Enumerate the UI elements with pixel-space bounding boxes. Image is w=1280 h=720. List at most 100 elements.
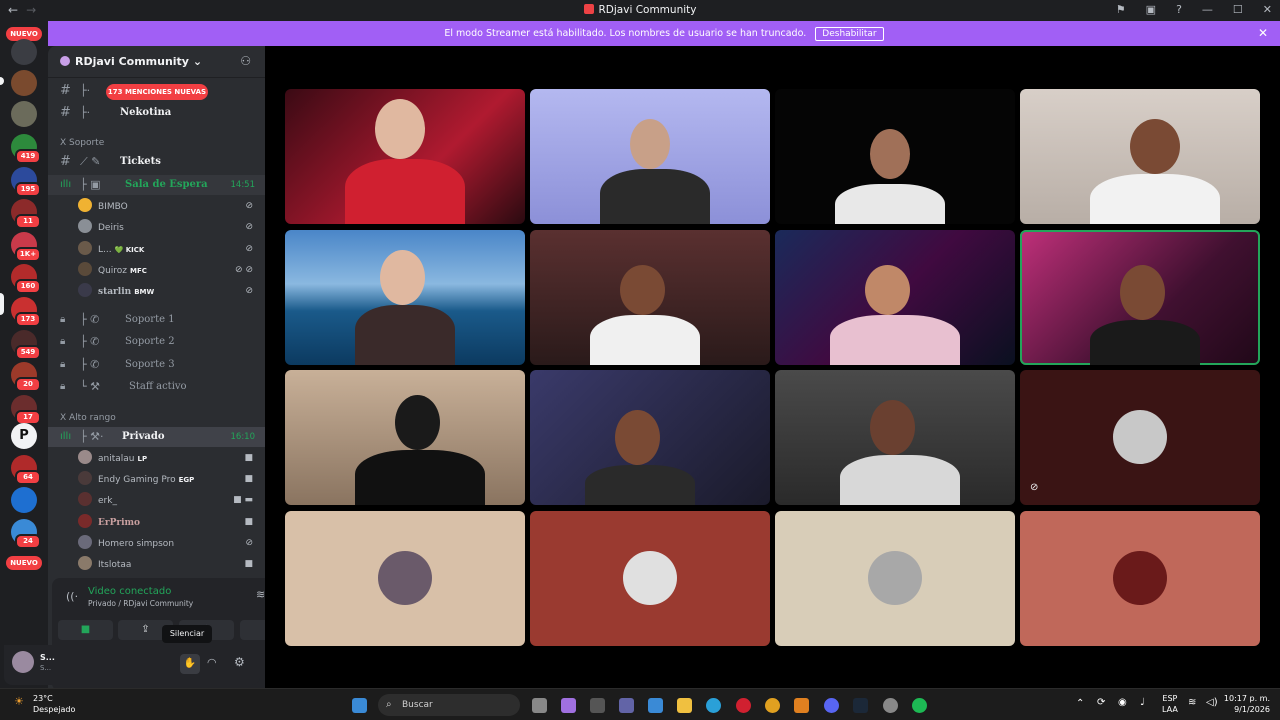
weather-widget[interactable]: 23°C Despejado [33, 693, 75, 715]
voice-member[interactable]: erk_ [78, 491, 117, 511]
server-icon[interactable]: 1K+ [11, 232, 41, 262]
opera-icon[interactable] [736, 698, 751, 713]
microphone-icon[interactable]: ♩ [1140, 697, 1145, 708]
video-tile-no-camera[interactable]: ⊘ [1020, 370, 1260, 505]
avatar[interactable] [12, 651, 34, 673]
voice-member[interactable]: anitalau LP [78, 449, 147, 469]
video-tile[interactable] [775, 230, 1015, 365]
copilot-icon[interactable] [561, 698, 576, 713]
server-icon[interactable]: 64 [11, 455, 41, 485]
category-alto-rango[interactable]: X Alto rango [48, 408, 265, 428]
noise-suppression-icon[interactable]: ≋ [256, 588, 265, 601]
taskbar-search[interactable]: ⌕ Buscar [378, 694, 520, 716]
server-icon[interactable] [11, 39, 37, 65]
new-mentions-badge[interactable]: 173 MENCIONES NUEVAS [106, 84, 208, 100]
tray-icon[interactable]: ◉ [1118, 697, 1127, 708]
voice-member[interactable]: BIMBO [78, 197, 128, 217]
voice-member[interactable]: starlin BMW [78, 282, 154, 302]
input-language[interactable]: ESP LAA [1162, 693, 1178, 715]
server-icon[interactable]: 549 [11, 330, 41, 360]
video-tile-no-camera[interactable] [1020, 511, 1260, 646]
voice-member[interactable]: ErPrimo [78, 513, 140, 533]
invite-people-icon[interactable]: ⚇ [240, 54, 251, 68]
server-icon[interactable]: 419 [11, 134, 41, 164]
voice-status[interactable]: Video conectado [88, 586, 171, 597]
voice-location[interactable]: Privado / RDjavi Community [88, 599, 193, 608]
help-icon[interactable]: ? [1176, 3, 1182, 16]
chrome-icon[interactable] [765, 698, 780, 713]
video-tile[interactable] [285, 89, 525, 224]
server-icon[interactable]: 195 [11, 167, 41, 197]
store-icon[interactable] [648, 698, 663, 713]
soundboard-button[interactable]: ♪ [240, 620, 265, 640]
video-tile[interactable] [530, 89, 770, 224]
edge-icon[interactable] [706, 698, 721, 713]
channel-item-nekotina[interactable]: # ├· Nekotina [48, 103, 265, 123]
locked-channel-soporte-3[interactable]: 🔒︎ ├ ✆ Soporte 3 [48, 355, 265, 375]
task-view-icon[interactable] [532, 698, 547, 713]
maximize-button[interactable]: ☐ [1233, 3, 1243, 16]
video-tile-speaking[interactable] [1020, 230, 1260, 365]
clock[interactable]: 10:17 p. m. 9/1/2026 [1224, 693, 1270, 715]
locked-channel-staff-activo[interactable]: 🔒︎ └ ⚒ Staff activo [48, 377, 265, 397]
camera-button[interactable]: ■ [58, 620, 113, 640]
voice-channel-sala-espera[interactable]: ıllı ├ ▣ Sala de Espera 14:51 [48, 175, 265, 195]
server-icon[interactable]: 173 [11, 297, 41, 327]
server-icon[interactable] [11, 70, 37, 96]
server-icon[interactable]: P [11, 423, 37, 449]
server-header[interactable]: RDjavi Community ⌄ ⚇ [48, 46, 265, 78]
file-explorer-icon[interactable] [677, 698, 692, 713]
settings-gear-icon[interactable]: ⚙ [234, 655, 245, 669]
video-tile[interactable] [1020, 89, 1260, 224]
locked-channel-soporte-2[interactable]: 🔒︎ ├ ✆ Soporte 2 [48, 332, 265, 352]
chevron-up-icon[interactable]: ⌃ [1076, 698, 1084, 709]
inbox-flag-icon[interactable]: ⚑ [1116, 3, 1126, 16]
server-icon[interactable]: 24 [11, 519, 41, 549]
sync-icon[interactable]: ⟳ [1097, 697, 1105, 708]
video-tile-no-camera[interactable] [775, 511, 1015, 646]
disable-streamer-button[interactable]: Deshabilitar [815, 27, 884, 41]
close-icon[interactable]: ✕ [1258, 21, 1268, 46]
app-icon[interactable] [590, 698, 605, 713]
discord-icon[interactable] [824, 698, 839, 713]
video-tile[interactable] [530, 370, 770, 505]
spotify-icon[interactable] [912, 698, 927, 713]
video-tile[interactable] [530, 230, 770, 365]
video-tile-no-camera[interactable] [285, 511, 525, 646]
voice-member[interactable]: Homero simpson [78, 534, 174, 554]
category-soporte[interactable]: X Soporte [48, 133, 265, 153]
headphones-icon[interactable]: ◠ [207, 656, 217, 669]
channel-item-tickets[interactable]: # ⟋ ✎ Tickets [48, 152, 265, 172]
mute-mic-icon[interactable]: ✋ [180, 654, 200, 674]
server-icon[interactable]: 160 [11, 264, 41, 294]
app-icon[interactable] [883, 698, 898, 713]
signal-icon[interactable]: ((· [66, 590, 78, 603]
steam-icon[interactable] [853, 698, 868, 713]
server-icon[interactable]: 17 [11, 395, 41, 425]
server-icon[interactable] [11, 101, 37, 127]
app-icon[interactable] [794, 698, 809, 713]
volume-icon[interactable]: ◁) [1206, 697, 1218, 708]
screen-icon[interactable]: ▣ [1146, 3, 1156, 16]
wifi-icon[interactable]: ≋ [1188, 697, 1196, 708]
video-tile-no-camera[interactable] [530, 511, 770, 646]
voice-channel-privado[interactable]: ıllı ├ ⚒· Privado 16:10 [48, 427, 265, 447]
video-tile[interactable] [285, 230, 525, 365]
voice-member[interactable]: L... 💚 KICK [78, 240, 144, 260]
video-tile[interactable] [285, 370, 525, 505]
voice-member[interactable]: Itslotaa [78, 555, 131, 575]
close-window-button[interactable]: ✕ [1263, 3, 1272, 16]
server-icon[interactable] [11, 487, 37, 513]
server-icon[interactable]: 20 [11, 362, 41, 392]
video-tile[interactable] [775, 89, 1015, 224]
server-icon[interactable]: 11 [11, 199, 41, 229]
voice-member[interactable]: Quiroz MFC [78, 261, 147, 281]
voice-member[interactable]: Endy Gaming Pro EGP [78, 470, 194, 490]
minimize-button[interactable]: — [1202, 3, 1213, 16]
teams-icon[interactable] [619, 698, 634, 713]
voice-member[interactable]: Deiris [78, 218, 124, 238]
locked-channel-soporte-1[interactable]: 🔒︎ ├ ✆ Soporte 1 [48, 310, 265, 330]
user-name[interactable]: S... [40, 653, 55, 662]
windows-start-icon[interactable] [352, 698, 367, 713]
video-tile[interactable] [775, 370, 1015, 505]
